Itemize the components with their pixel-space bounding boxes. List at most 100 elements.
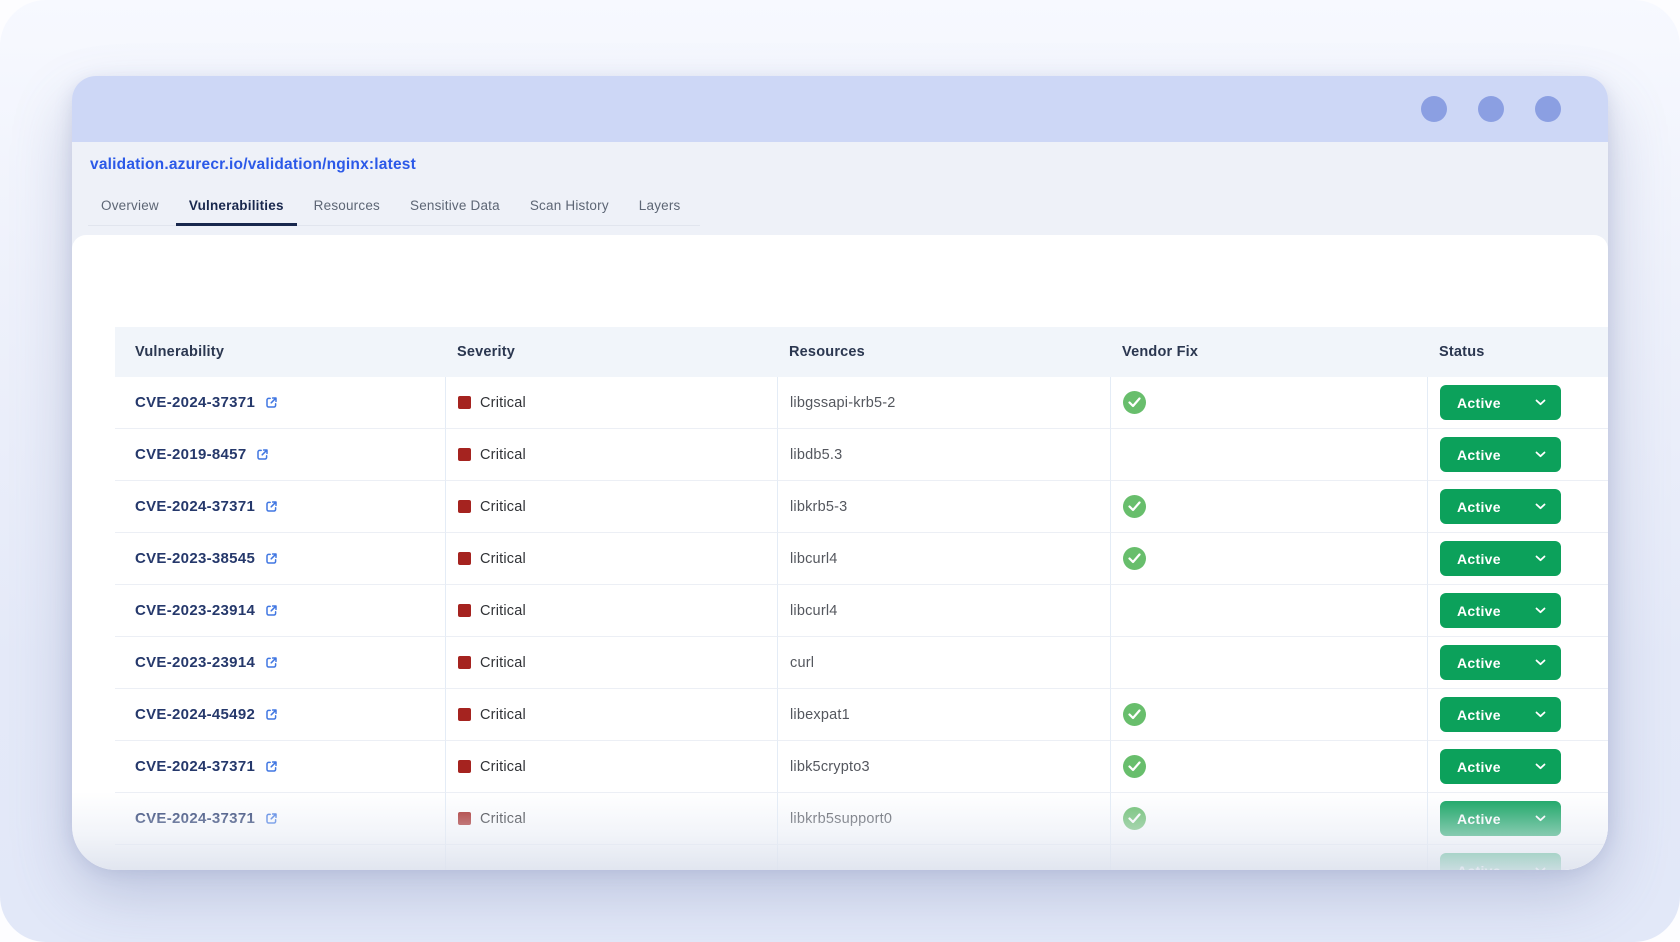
app-window: validation.azurecr.io/validation/nginx:l… (72, 76, 1608, 863)
resource-name: libcurl4 (790, 603, 838, 619)
external-link-icon (264, 811, 279, 826)
vendor-fix-cell (1110, 689, 1427, 741)
cve-id: CVE-2023-38545 (135, 550, 255, 567)
external-link-icon (264, 499, 279, 514)
severity-cell: Critical (445, 377, 777, 429)
resource-name: libdb5.3 (790, 447, 842, 463)
chevron-down-icon (1535, 867, 1546, 870)
resource-cell: libcurl4 (777, 533, 1110, 585)
critical-severity-icon (458, 812, 471, 825)
check-circle-icon (1123, 495, 1146, 518)
severity-cell: Critical (445, 429, 777, 481)
resource-name: libcurl4 (790, 551, 838, 567)
status-dropdown-button[interactable]: Active (1440, 853, 1561, 870)
status-dropdown-button[interactable]: Active (1440, 801, 1561, 836)
chevron-down-icon (1535, 659, 1546, 666)
status-dropdown-button[interactable]: Active (1440, 437, 1561, 472)
cve-id: CVE-2024-45492 (135, 706, 255, 723)
cve-link[interactable]: CVE-2024-37371 (135, 394, 279, 411)
vulnerabilities-table: VulnerabilitySeverityResourcesVendor Fix… (115, 327, 1608, 870)
cve-id: CVE-2023-23914 (135, 654, 255, 671)
status-label: Active (1457, 395, 1501, 411)
status-cell: Active (1427, 533, 1608, 585)
tab-scan-history[interactable]: Scan History (517, 192, 622, 226)
image-reference-link[interactable]: validation.azurecr.io/validation/nginx:l… (90, 154, 1608, 176)
resource-cell: libkrb5-3 (777, 481, 1110, 533)
resource-cell: libk5crypto3 (777, 741, 1110, 793)
column-header-status: Status (1427, 327, 1608, 377)
vendor-fix-cell (1110, 585, 1427, 637)
severity-cell: Critical (445, 533, 777, 585)
cve-link[interactable]: CVE-2024-45492 (135, 706, 279, 723)
window-control-dot[interactable] (1478, 96, 1504, 122)
vulnerabilities-card: VulnerabilitySeverityResourcesVendor Fix… (72, 235, 1608, 870)
cve-link[interactable]: CVE-2023-38545 (135, 550, 279, 567)
status-dropdown-button[interactable]: Active (1440, 385, 1561, 420)
resource-cell: libkrb5support0 (777, 793, 1110, 845)
cve-link[interactable]: CVE-2023-23914 (135, 654, 279, 671)
tab-layers[interactable]: Layers (626, 192, 694, 226)
cve-link[interactable]: CVE-2019-8457 (135, 446, 270, 463)
severity-label: Critical (480, 395, 526, 411)
status-dropdown-button[interactable]: Active (1440, 489, 1561, 524)
status-label: Active (1457, 863, 1501, 871)
critical-severity-icon (458, 448, 471, 461)
window-titlebar (72, 76, 1608, 142)
chevron-down-icon (1535, 607, 1546, 614)
page-background: validation.azurecr.io/validation/nginx:l… (0, 0, 1680, 942)
cve-id: CVE-2024-37371 (135, 758, 255, 775)
status-label: Active (1457, 759, 1501, 775)
tab-vulnerabilities[interactable]: Vulnerabilities (176, 192, 297, 226)
severity-cell: Critical (445, 793, 777, 845)
column-header-vulnerability: Vulnerability (115, 327, 445, 377)
critical-severity-icon (458, 604, 471, 617)
chevron-down-icon (1535, 815, 1546, 822)
tab-resources[interactable]: Resources (301, 192, 393, 226)
column-header-severity: Severity (445, 327, 777, 377)
status-cell: Active (1427, 637, 1608, 689)
status-dropdown-button[interactable]: Active (1440, 645, 1561, 680)
critical-severity-icon (458, 708, 471, 721)
resource-cell: libexpat1 (777, 689, 1110, 741)
tab-sensitive-data[interactable]: Sensitive Data (397, 192, 513, 226)
status-label: Active (1457, 655, 1501, 671)
window-control-dot[interactable] (1535, 96, 1561, 122)
tab-bar: OverviewVulnerabilitiesResourcesSensitiv… (88, 192, 700, 226)
external-link-icon (264, 395, 279, 410)
status-cell: Active (1427, 845, 1608, 870)
check-circle-icon (1123, 547, 1146, 570)
severity-label: Critical (480, 603, 526, 619)
resource-cell: libgssapi-krb5-2 (777, 377, 1110, 429)
status-dropdown-button[interactable]: Active (1440, 593, 1561, 628)
chevron-down-icon (1535, 451, 1546, 458)
severity-label: Critical (480, 707, 526, 723)
status-label: Active (1457, 707, 1501, 723)
vendor-fix-cell (1110, 429, 1427, 481)
critical-severity-icon (458, 500, 471, 513)
cve-link[interactable]: CVE-2023-23914 (135, 602, 279, 619)
vulnerability-cell: CVE-2023-23914 (115, 637, 445, 689)
status-dropdown-button[interactable]: Active (1440, 697, 1561, 732)
cve-id: CVE-2024-37371 (135, 810, 255, 827)
tab-overview[interactable]: Overview (88, 192, 172, 226)
chevron-down-icon (1535, 555, 1546, 562)
window-control-dot[interactable] (1421, 96, 1447, 122)
cve-id: CVE-2023-23914 (135, 602, 255, 619)
status-dropdown-button[interactable]: Active (1440, 749, 1561, 784)
resource-name: libkrb5support0 (790, 811, 892, 827)
chevron-down-icon (1535, 503, 1546, 510)
cve-link[interactable]: CVE-2024-37371 (135, 498, 279, 515)
external-link-icon (264, 551, 279, 566)
column-header-vendor-fix: Vendor Fix (1110, 327, 1427, 377)
resource-cell: libdb5.3 (777, 429, 1110, 481)
status-label: Active (1457, 811, 1501, 827)
severity-label: Critical (480, 499, 526, 515)
severity-cell: Critical (445, 585, 777, 637)
cve-id: CVE-2019-8457 (135, 446, 246, 463)
status-cell: Active (1427, 585, 1608, 637)
status-dropdown-button[interactable]: Active (1440, 541, 1561, 576)
cve-link[interactable]: CVE-2024-37371 (135, 758, 279, 775)
severity-cell: Critical (445, 481, 777, 533)
cve-link[interactable]: CVE-2024-37371 (135, 810, 279, 827)
resource-cell: curl (777, 637, 1110, 689)
